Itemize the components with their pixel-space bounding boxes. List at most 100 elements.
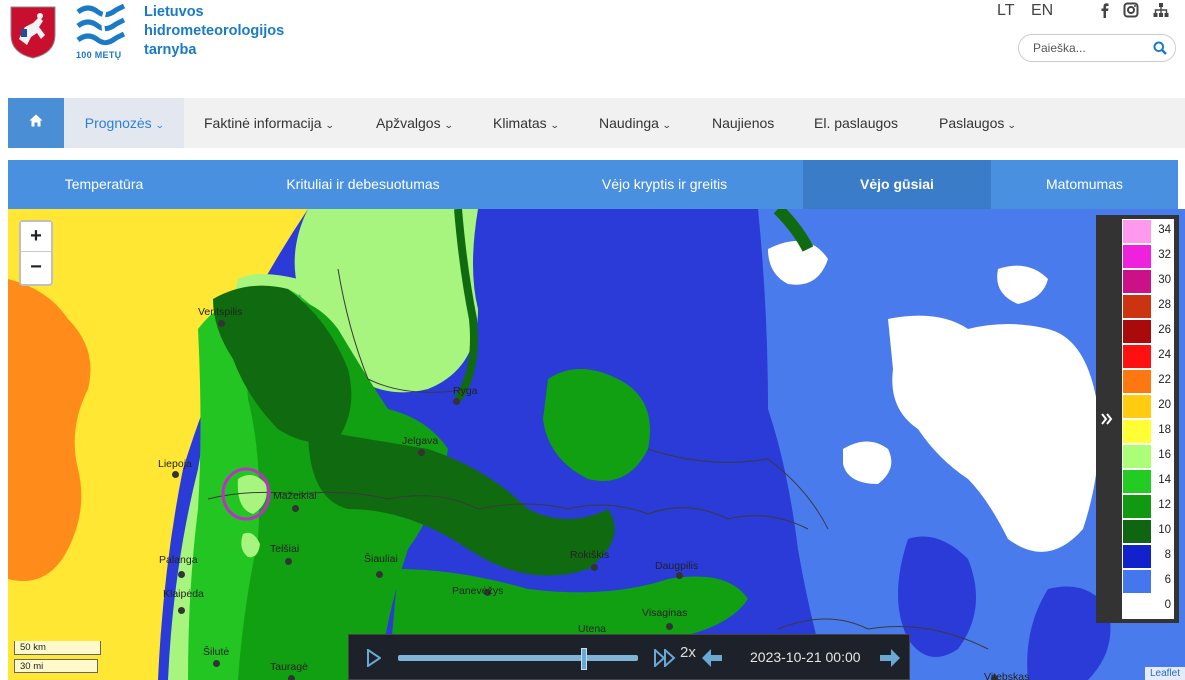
city-marker[interactable] [676, 572, 683, 579]
tab-matomumas[interactable]: Matomumas [991, 160, 1178, 209]
time-slider-handle[interactable] [580, 648, 587, 670]
home-icon [29, 97, 43, 147]
legend-row: 12 [1122, 494, 1174, 519]
nav-item-naudinga[interactable]: Naudinga ⌄ [599, 98, 672, 148]
city-marker[interactable] [666, 623, 673, 630]
legend-row: 34 [1122, 219, 1174, 244]
wave-logo[interactable] [76, 3, 126, 48]
zoom-control: + − [19, 220, 53, 286]
tab-temperatura[interactable]: Temperatūra [8, 160, 200, 209]
language-en-link[interactable]: EN [1031, 2, 1053, 20]
city-label-taurage: Tauragė [270, 661, 308, 673]
facebook-icon[interactable] [1097, 2, 1113, 18]
legend-row: 22 [1122, 369, 1174, 394]
home-nav-button[interactable] [8, 98, 64, 148]
step-forward-arrow-icon[interactable] [879, 648, 901, 673]
legend-swatch [1123, 270, 1151, 293]
city-marker[interactable] [178, 571, 185, 578]
nav-item-el-paslaugos[interactable]: El. paslaugos [814, 98, 898, 148]
language-lt-link[interactable]: LT [997, 2, 1014, 20]
legend-swatch [1123, 370, 1151, 393]
city-label-ryga: Ryga [453, 385, 478, 397]
legend-toggle-button[interactable] [1096, 215, 1120, 623]
nav-label: Naudinga [599, 115, 659, 131]
legend-swatch [1123, 545, 1151, 568]
city-label-visaginas: Visaginas [642, 607, 688, 619]
legend-value: 26 [1158, 324, 1171, 336]
instagram-icon[interactable] [1123, 2, 1139, 18]
main-navigation: Prognozės ⌄ Faktinė informacija ⌄ Apžvalgo… [8, 98, 1185, 148]
legend-row: 6 [1122, 569, 1174, 594]
city-marker[interactable] [285, 558, 292, 565]
nav-label: Apžvalgos [376, 115, 441, 131]
fast-forward-icon[interactable] [654, 647, 676, 672]
city-marker[interactable] [453, 398, 460, 405]
tab-vejo-kryptis-ir-greitis[interactable]: Vėjo kryptis ir greitis [526, 160, 803, 209]
double-chevron-right-icon [1101, 412, 1113, 430]
legend-swatch [1123, 470, 1151, 493]
chevron-down-icon: ⌄ [1007, 120, 1018, 130]
current-timestamp: 2023-10-21 00:00 [750, 649, 861, 665]
city-label-telsiai: Telšiai [270, 543, 300, 555]
city-marker[interactable] [218, 320, 225, 327]
legend-row: 8 [1122, 544, 1174, 569]
zoom-in-button[interactable]: + [21, 222, 51, 252]
legend-value: 16 [1158, 449, 1171, 461]
time-slider[interactable] [398, 648, 638, 670]
city-marker[interactable] [178, 607, 185, 614]
scale-bar-mi: 30 mi [14, 659, 98, 673]
city-label-panevezys: Panevėžys [452, 585, 504, 597]
search-box [1018, 34, 1176, 62]
tab-vejo-gusiai[interactable]: Vėjo gūsiai [803, 160, 991, 209]
organization-name[interactable]: Lietuvos hidrometeorologijos tarnyba [144, 3, 284, 60]
legend-row: 16 [1122, 444, 1174, 469]
search-input[interactable] [1031, 40, 1145, 56]
nav-item-paslaugos[interactable]: Paslaugos ⌄ [939, 98, 1018, 148]
nav-item-faktine-informacija[interactable]: Faktinė informacija ⌄ [204, 98, 334, 148]
logo-caption: 100 METŲ [76, 50, 122, 60]
legend-value: 0 [1164, 599, 1171, 611]
legend-value: 12 [1158, 499, 1171, 511]
play-icon[interactable] [367, 648, 382, 672]
city-label-daugpilis: Daugpilis [655, 560, 699, 572]
legend-swatch [1123, 420, 1151, 443]
legend-value: 18 [1158, 424, 1171, 436]
speed-selector[interactable]: 2x [680, 644, 696, 661]
org-name-line: hidrometeorologijos [144, 23, 285, 39]
legend-row: 26 [1122, 319, 1174, 344]
legend-swatch [1123, 295, 1151, 318]
city-marker[interactable] [172, 471, 179, 478]
nav-item-naujienos[interactable]: Naujienos [712, 98, 774, 148]
legend-swatch [1123, 320, 1151, 343]
nav-item-apzvalgos[interactable]: Apžvalgos ⌄ [376, 98, 453, 148]
legend-row: 14 [1122, 469, 1174, 494]
legend-swatch [1123, 345, 1151, 368]
sitemap-icon[interactable] [1153, 2, 1169, 18]
legend-row: 32 [1122, 244, 1174, 269]
city-marker[interactable] [288, 675, 295, 680]
nav-item-klimatas[interactable]: Klimatas ⌄ [493, 98, 559, 148]
city-marker[interactable] [213, 660, 220, 667]
zoom-out-button[interactable]: − [21, 253, 51, 283]
legend-value: 30 [1158, 274, 1171, 286]
legend-swatch [1123, 395, 1151, 418]
city-marker[interactable] [591, 564, 598, 571]
map-attribution[interactable]: Leaflet [1144, 667, 1185, 680]
wind-gust-map[interactable]: + − Ventspilis Ryga Jelgava Liepoja Maže… [8, 209, 1185, 680]
city-label-silute: Šilutė [203, 646, 230, 658]
city-marker[interactable] [418, 449, 425, 456]
city-marker[interactable] [292, 505, 299, 512]
step-back-arrow-icon[interactable] [701, 648, 723, 673]
coat-of-arms-logo[interactable] [9, 5, 57, 60]
wind-gust-legend: 34 32 30 28 26 24 22 20 18 16 14 12 10 8 6 0 [1096, 215, 1179, 623]
city-label-mazeikiai: Mažeikiai [273, 490, 317, 502]
city-label-jelgava: Jelgava [402, 435, 439, 447]
tab-krituliai-ir-debesuotumas[interactable]: Krituliai ir debesuotumas [200, 160, 526, 209]
search-icon[interactable] [1153, 41, 1167, 55]
legend-value: 34 [1158, 224, 1171, 236]
legend-swatch [1123, 245, 1151, 268]
city-marker[interactable] [376, 571, 383, 578]
nav-item-prognozes[interactable]: Prognozės ⌄ [64, 98, 184, 148]
legend-value: 24 [1158, 349, 1171, 361]
chevron-down-icon: ⌄ [154, 120, 165, 130]
